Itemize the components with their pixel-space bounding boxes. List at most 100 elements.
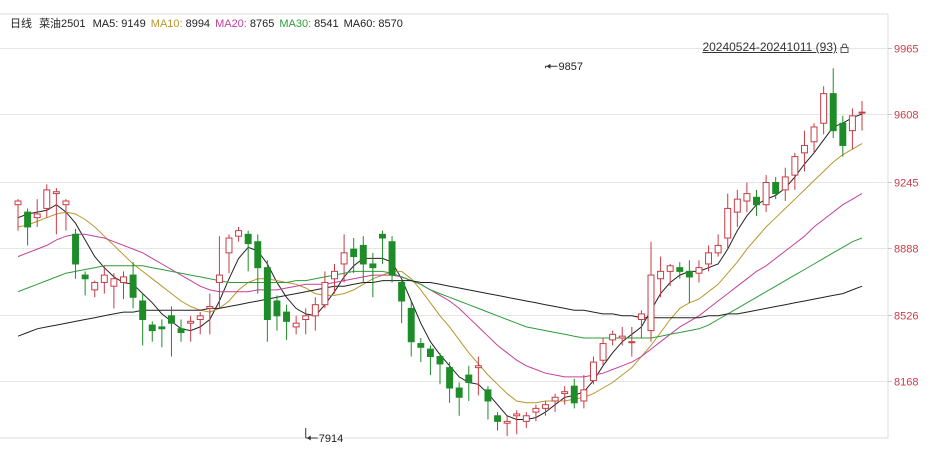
ma-legend-label-2: MA20:	[215, 18, 247, 30]
candle-body-80	[781, 176, 789, 191]
candle-body-84	[820, 93, 828, 124]
y-tick-label-5: 9965	[894, 44, 918, 56]
candle-body-33	[331, 270, 338, 280]
candle-body-71	[695, 267, 703, 274]
candle-body-30	[302, 315, 310, 321]
candle-body-68	[666, 265, 674, 272]
ma-legend: MA5: 9149 MA10: 8994 MA20: 8765 MA30: 8541 MA60:…	[93, 18, 408, 30]
candle-body-24	[244, 233, 252, 245]
candle-body-44	[436, 356, 444, 365]
candle-body-87	[848, 115, 856, 132]
ma-legend-label-1: MA10:	[150, 18, 183, 30]
candle-body-4	[52, 191, 60, 195]
ma-legend-label-3: MA30:	[279, 18, 312, 30]
candle-body-26	[263, 267, 271, 321]
candle-body-8	[91, 281, 99, 291]
annotation-arrow-1	[306, 435, 311, 441]
candle-body-74	[724, 207, 732, 239]
candle-body-82	[800, 144, 808, 154]
candle-body-49	[484, 389, 492, 402]
candle-body-40	[398, 281, 406, 302]
candle-body-11	[120, 276, 127, 283]
candle-body-48	[474, 365, 482, 369]
ma-legend-label-4: MA60:	[343, 18, 376, 30]
y-tick-label-0: 8168	[894, 377, 918, 389]
candlestick-chart[interactable]: 8168 8526 8888 9245 9608 9965 9857 7914	[0, 0, 949, 447]
candle-body-21	[215, 274, 223, 283]
candle-body-67	[657, 270, 665, 280]
candle-body-2	[33, 213, 41, 219]
candle-body-14	[148, 324, 156, 332]
candle-body-88	[858, 111, 866, 114]
candle-body-32	[321, 281, 329, 306]
candle-body-34	[340, 252, 348, 265]
candle-body-57	[561, 391, 569, 395]
ma-legend-value-0: 9149	[121, 18, 146, 30]
y-tick-label-4: 9608	[894, 110, 918, 122]
candle-body-83	[810, 126, 818, 143]
candle-body-73	[714, 244, 722, 254]
candle-body-60	[589, 361, 597, 382]
candle-body-38	[378, 233, 386, 239]
candle-body-16	[167, 315, 175, 324]
ma-legend-value-4: 8570	[378, 18, 403, 30]
candle-body-13	[139, 300, 147, 321]
candle-body-77	[753, 196, 760, 206]
period-label: 日线	[10, 18, 32, 30]
annotation-label-1: 7914	[319, 433, 343, 445]
candle-body-25	[254, 241, 262, 269]
candle-body-63	[618, 335, 626, 339]
ma-legend-value-2: 8765	[249, 18, 275, 30]
candle-body-41	[407, 307, 415, 343]
candle-body-19	[196, 315, 204, 321]
candle-body-81	[791, 156, 799, 176]
candle-body-0	[14, 200, 22, 206]
candle-body-65	[637, 313, 645, 321]
candle-body-86	[839, 122, 847, 146]
candle-body-23	[235, 230, 243, 237]
chart-canvas[interactable]: 8168 8526 8888 9245 9608 9965 9857 7914	[0, 0, 949, 447]
candle-body-9	[100, 274, 108, 283]
candle-body-6	[72, 233, 80, 265]
candle-body-39	[388, 241, 396, 276]
ma-legend-value-1: 8994	[185, 18, 211, 30]
candle-body-75	[733, 198, 741, 213]
candle-body-1	[24, 211, 32, 228]
candle-body-15	[158, 326, 166, 330]
candle-body-56	[551, 396, 559, 402]
y-tick-label-1: 8526	[894, 311, 918, 323]
candle-body-12	[129, 274, 137, 298]
candle-body-28	[283, 311, 291, 322]
date-range-label[interactable]: 20240524-20241011 (93)	[702, 40, 849, 54]
candle-body-5	[62, 200, 70, 206]
ma-legend-value-3: 8541	[314, 18, 339, 30]
candle-body-17	[177, 328, 185, 333]
candle-body-78	[762, 181, 770, 206]
candle-body-66	[647, 274, 655, 332]
candle-body-54	[532, 407, 540, 413]
y-tick-label-3: 9245	[894, 178, 918, 190]
candle-body-20	[206, 306, 214, 309]
candle-body-72	[705, 252, 713, 265]
candle-body-43	[426, 348, 434, 358]
candle-body-62	[609, 333, 617, 341]
candle-body-70	[685, 270, 693, 278]
candle-body-7	[81, 274, 89, 280]
candle-body-76	[743, 193, 751, 202]
candle-body-52	[513, 413, 521, 417]
candle-body-35	[350, 248, 358, 258]
candle-body-18	[187, 320, 195, 324]
date-range-text: 20240524-20241011 (93)	[702, 40, 837, 54]
candle-body-42	[417, 343, 425, 348]
candle-body-3	[43, 189, 51, 209]
candle-body-58	[570, 385, 578, 404]
candle-body-37	[369, 263, 377, 269]
annotation-label-0: 9857	[559, 61, 583, 73]
candle-body-59	[580, 389, 588, 402]
candle-body-36	[359, 244, 367, 265]
lock-icon[interactable]	[840, 42, 849, 53]
chart-legend: 日线 菜油2501 MA5: 9149 MA10: 8994 MA20: 8765 MA30…	[10, 15, 412, 31]
candle-body-51	[503, 420, 511, 424]
candle-body-79	[772, 181, 780, 195]
candle-body-31	[311, 304, 319, 317]
